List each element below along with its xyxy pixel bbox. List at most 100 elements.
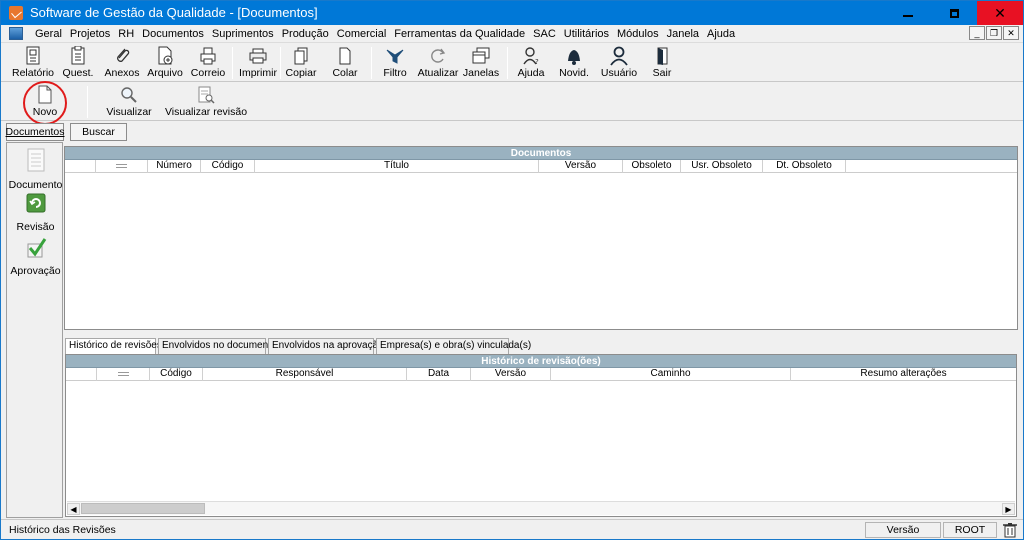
anexos-button[interactable]: Anexos — [102, 44, 142, 82]
menu-ajuda[interactable]: Ajuda — [704, 27, 738, 41]
column-header-responsavel[interactable]: Responsável — [203, 368, 407, 381]
janelas-button[interactable]: Janelas — [463, 44, 499, 82]
column-header-resumo[interactable]: Resumo alterações — [791, 368, 1016, 381]
menu-modulos[interactable]: Módulos — [614, 27, 662, 41]
visualizar-button[interactable]: Visualizar — [105, 83, 153, 121]
document-toolbar: Novo Visualizar Visualizar revisão — [1, 83, 1023, 121]
column-header-versao[interactable]: Versão — [471, 368, 551, 381]
tab-empresas-obras[interactable]: Empresa(s) e obra(s) vinculada(s) — [376, 338, 531, 354]
column-header-titulo[interactable]: Título — [255, 160, 539, 173]
trash-icon[interactable] — [1002, 522, 1018, 540]
scroll-thumb[interactable] — [81, 503, 205, 514]
status-message: Histórico das Revisões — [9, 524, 116, 536]
child-minimize-button[interactable]: _ — [969, 26, 985, 40]
menu-ferramentas[interactable]: Ferramentas da Qualidade — [391, 27, 528, 41]
checkmark-icon — [25, 236, 47, 263]
column-header-codigo[interactable]: Código — [201, 160, 255, 173]
novidades-button[interactable]: Novid. — [557, 44, 591, 82]
menu-utilitarios[interactable]: Utilitários — [561, 27, 612, 41]
column-header-dt-obsoleto[interactable]: Dt. Obsoleto — [763, 160, 846, 173]
copiar-label: Copiar — [285, 67, 317, 79]
quest-button[interactable]: Quest. — [60, 44, 96, 82]
maximize-button[interactable] — [931, 1, 977, 25]
imprimir-button[interactable]: Imprimir — [237, 44, 279, 82]
menu-janela[interactable]: Janela — [664, 27, 702, 41]
column-header-usr-obsoleto[interactable]: Usr. Obsoleto — [681, 160, 763, 173]
filtro-button[interactable]: Filtro — [379, 44, 411, 82]
tab-envolvidos-aprovacao[interactable]: Envolvidos na aprovação — [268, 338, 384, 354]
anexos-label: Anexos — [104, 67, 140, 79]
menu-comercial[interactable]: Comercial — [334, 27, 390, 41]
document-window-icon[interactable] — [9, 27, 23, 40]
column-header-codigo[interactable]: Código — [150, 368, 203, 381]
menu-geral[interactable]: Geral — [32, 27, 65, 41]
menu-sac[interactable]: SAC — [530, 27, 559, 41]
scroll-right-icon[interactable]: ▶ — [1002, 503, 1015, 515]
filtro-label: Filtro — [383, 67, 407, 79]
column-header-versao[interactable]: Versão — [539, 160, 623, 173]
menu-documentos[interactable]: Documentos — [139, 27, 207, 41]
column-header-numero[interactable]: Número — [148, 160, 201, 173]
scroll-left-icon[interactable]: ◀ — [67, 503, 80, 515]
child-restore-button[interactable]: ❐ — [986, 26, 1002, 40]
attachment-column-icon — [117, 372, 129, 376]
column-header-select[interactable] — [65, 160, 96, 173]
sidebar-item-aprovacao[interactable]: Aprovação — [7, 236, 64, 277]
paste-icon — [334, 46, 356, 66]
menu-suprimentos[interactable]: Suprimentos — [209, 27, 277, 41]
ajuda-button[interactable]: ? Ajuda — [514, 44, 548, 82]
arquivo-button[interactable]: Arquivo — [146, 44, 184, 82]
revision-icon — [25, 192, 47, 219]
sidebar-item-revisao[interactable]: Revisão — [7, 192, 64, 233]
tab-envolvidos-documento[interactable]: Envolvidos no documento — [158, 338, 277, 354]
bell-icon — [563, 46, 585, 66]
mode-tabs: Documentos Buscar — [1, 123, 1023, 141]
ajuda-label: Ajuda — [517, 67, 545, 79]
colar-button[interactable]: Colar — [329, 44, 361, 82]
sidebar-label-documento: Documento — [8, 179, 63, 191]
print-icon — [247, 46, 269, 66]
file-add-icon — [154, 46, 176, 66]
minimize-button[interactable] — [885, 1, 931, 25]
menu-producao[interactable]: Produção — [279, 27, 332, 41]
column-header-attachment[interactable] — [97, 368, 150, 381]
atualizar-button[interactable]: Atualizar — [417, 44, 459, 82]
relatorio-button[interactable]: Relatório — [10, 44, 56, 82]
usuario-button[interactable]: Usuário — [600, 44, 638, 82]
imprimir-label: Imprimir — [239, 67, 277, 79]
novid-label: Novid. — [559, 67, 589, 79]
menu-projetos[interactable]: Projetos — [67, 27, 113, 41]
column-header-select[interactable] — [66, 368, 97, 381]
horizontal-scrollbar[interactable]: ◀ ▶ — [67, 501, 1015, 515]
help-person-icon: ? — [520, 46, 542, 66]
colar-label: Colar — [332, 67, 358, 79]
copiar-button[interactable]: Copiar — [284, 44, 318, 82]
main-window: Software de Gestão da Qualidade - [Docum… — [0, 0, 1024, 540]
close-button[interactable]: ✕ — [977, 1, 1023, 25]
tab-documentos[interactable]: Documentos — [6, 123, 64, 141]
menu-rh[interactable]: RH — [115, 27, 137, 41]
historico-grid-title: Histórico de revisão(ões) — [66, 355, 1016, 368]
tab-historico-revisoes[interactable]: Histórico de revisões — [65, 338, 162, 355]
sair-button[interactable]: Sair — [646, 44, 678, 82]
maximize-icon — [949, 8, 959, 18]
column-header-data[interactable]: Data — [407, 368, 471, 381]
visualizar-revisao-button[interactable]: Visualizar revisão — [165, 83, 247, 121]
magnifier-icon — [118, 85, 140, 105]
tab-buscar[interactable]: Buscar — [70, 123, 127, 141]
column-header-attachment[interactable] — [96, 160, 148, 173]
sidebar-item-documento[interactable]: Documento — [7, 148, 64, 191]
status-user: ROOT — [943, 522, 997, 538]
report-icon — [22, 46, 44, 66]
questionnaire-icon — [67, 46, 89, 66]
minimize-icon — [903, 15, 913, 17]
column-header-obsoleto[interactable]: Obsoleto — [623, 160, 681, 173]
documentos-grid-header: Número Código Título Versão Obsoleto Usr… — [65, 160, 1017, 173]
toolbar-separator — [87, 86, 88, 118]
correio-button[interactable]: Correio — [190, 44, 226, 82]
column-header-caminho[interactable]: Caminho — [551, 368, 791, 381]
child-close-button[interactable]: ✕ — [1003, 26, 1019, 40]
correio-label: Correio — [190, 67, 226, 79]
sidebar: Documento Revisão Aprovação — [6, 142, 63, 518]
sidebar-label-revisao: Revisão — [16, 221, 55, 233]
